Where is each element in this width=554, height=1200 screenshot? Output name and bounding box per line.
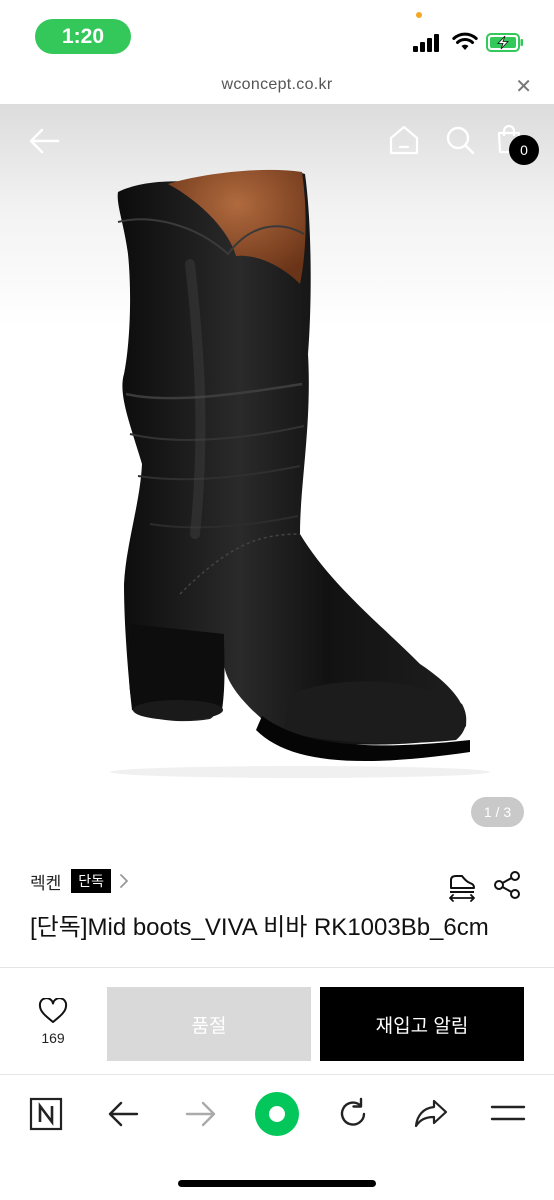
exclusive-tag: 단독 [71,869,112,893]
battery-charging-icon [486,33,523,52]
privacy-indicator [416,12,422,18]
product-title-container: [단독]Mid boots_VIVA 비바 RK1003Bb_6cm [30,908,530,968]
share-arrow-icon[interactable] [413,1097,449,1129]
product-image-gallery[interactable] [0,104,554,844]
like-count: 169 [41,1030,65,1046]
home-icon[interactable] [388,124,420,156]
cellular-signal-icon [413,34,443,52]
status-bar: 1:20 [0,0,554,70]
product-title: [단독]Mid boots_VIVA 비바 RK1003Bb_6cm [30,914,489,941]
share-icon[interactable] [492,870,522,900]
browser-forward-icon[interactable] [184,1099,218,1129]
soldout-button[interactable]: 품절 [107,987,311,1061]
refresh-icon[interactable] [336,1097,370,1131]
chevron-right-icon[interactable] [119,873,129,889]
size-guide-icon[interactable] [446,870,478,902]
menu-icon[interactable] [490,1103,526,1123]
naver-home-icon[interactable] [29,1097,63,1131]
url-text[interactable]: wconcept.co.kr [0,76,554,94]
product-image [110,169,490,778]
restock-alert-button[interactable]: 재입고 알림 [320,987,524,1061]
purchase-bar: 169 품절 재입고 알림 [0,968,554,1074]
browser-url-bar[interactable]: wconcept.co.kr ✕ [0,70,554,104]
heart-icon[interactable] [38,998,68,1024]
brand-link[interactable]: 렉켄 단독 [30,866,129,896]
search-icon[interactable] [444,124,476,156]
like-button[interactable]: 169 [24,998,82,1054]
back-arrow-icon[interactable] [28,126,60,156]
wifi-icon [452,32,478,50]
close-icon[interactable]: ✕ [515,74,532,99]
cart-count-badge[interactable]: 0 [509,135,539,165]
browser-back-icon[interactable] [106,1099,140,1129]
home-indicator [178,1180,376,1187]
image-page-indicator: 1 / 3 [471,797,524,827]
brand-name[interactable]: 렉켄 [30,869,61,894]
status-time: 1:20 [35,19,131,54]
green-dot-icon[interactable] [255,1092,299,1136]
